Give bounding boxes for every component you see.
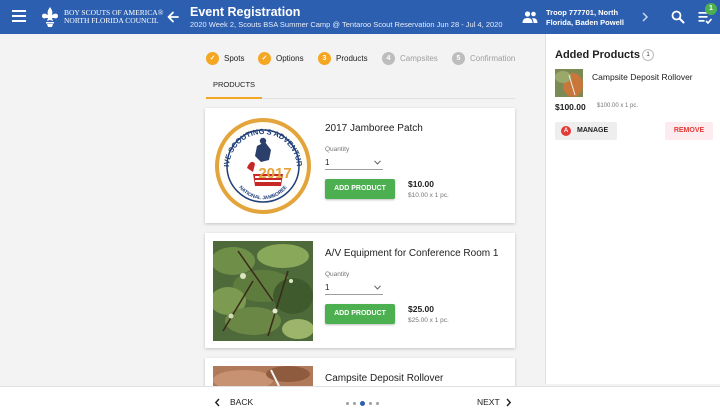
manage-button[interactable]: A MANAGE [555, 122, 617, 140]
remove-button[interactable]: REMOVE [665, 122, 713, 140]
product-price: $10.00 [408, 179, 434, 189]
jamboree-patch-image: LIVE SCOUTING'S ADVENTURE NATIONAL JAMBO… [213, 116, 311, 214]
check-icon: ✓ [258, 52, 271, 65]
next-button[interactable]: NEXT [477, 397, 517, 409]
product-price: $25.00 [408, 304, 434, 314]
added-products-panel: Added Products 1 Campsite Deposit Rollov… [545, 34, 720, 384]
tab-active-indicator [206, 97, 262, 99]
added-products-count: 1 [642, 49, 654, 61]
add-product-button[interactable]: ADD PRODUCT [325, 304, 395, 324]
troop-selector[interactable]: Troop 777701, North Florida, Baden Powel… [546, 8, 624, 28]
product-price-detail: $25.00 x 1 pc. [408, 317, 449, 324]
added-product-price-detail: $100.00 x 1 pc. [597, 103, 639, 109]
back-arrow-icon[interactable] [166, 10, 180, 24]
page-dot [353, 402, 356, 405]
quantity-select[interactable]: 1 [325, 157, 383, 170]
quantity-label: Quantity [325, 146, 350, 153]
product-image: LIVE SCOUTING'S ADVENTURE NATIONAL JAMBO… [213, 116, 313, 216]
page-dot [369, 402, 372, 405]
quantity-label: Quantity [325, 271, 350, 278]
chevron-down-icon [374, 285, 381, 290]
step-number: 5 [452, 52, 465, 65]
back-label: BACK [230, 397, 254, 407]
chevron-right-icon[interactable] [640, 11, 650, 23]
menu-icon[interactable] [12, 10, 26, 22]
chevron-right-icon [506, 398, 512, 407]
product-name: A/V Equipment for Conference Room 1 [325, 248, 499, 259]
campsite-photo [213, 366, 313, 388]
troop-line1: Troop 777701, North [546, 8, 619, 17]
product-name: Campsite Deposit Rollover [325, 373, 444, 384]
page-title: Event Registration [190, 5, 301, 19]
added-product-thumbnail [555, 69, 583, 97]
page-indicator [346, 401, 386, 407]
campsite-thumbnail-image [555, 69, 583, 97]
tab-products[interactable]: PRODUCTS [206, 80, 262, 89]
product-price-detail: $10.00 x 1 pc. [408, 192, 449, 199]
step-number: 3 [318, 52, 331, 65]
add-product-button[interactable]: ADD PRODUCT [325, 179, 395, 199]
product-name: 2017 Jamboree Patch [325, 123, 423, 134]
product-card: Campsite Deposit Rollover [205, 358, 515, 388]
quantity-value: 1 [325, 283, 330, 292]
chevron-left-icon [214, 398, 220, 407]
foliage-photo [213, 241, 313, 341]
step-label: Options [276, 54, 304, 63]
step-label: Products [336, 54, 368, 63]
people-icon[interactable] [522, 10, 538, 24]
page-dot-active [360, 401, 365, 406]
troop-line2: Florida, Baden Powell [546, 18, 624, 27]
quantity-select[interactable]: 1 [325, 282, 383, 295]
wizard-footer: BACK NEXT [0, 386, 720, 417]
product-card: A/V Equipment for Conference Room 1 Quan… [205, 233, 515, 348]
step-label: Spots [224, 54, 245, 63]
step-label: Confirmation [470, 54, 516, 63]
org-name-line2: NORTH FLORIDA COUNCIL [64, 16, 159, 25]
manage-icon: A [561, 126, 571, 136]
page-dot [346, 402, 349, 405]
product-image [213, 366, 313, 388]
product-image [213, 241, 313, 341]
search-icon[interactable] [671, 10, 685, 24]
step-number: 4 [382, 52, 395, 65]
page-dot [376, 402, 379, 405]
product-card: LIVE SCOUTING'S ADVENTURE NATIONAL JAMBO… [205, 108, 515, 223]
next-label: NEXT [477, 397, 500, 407]
app-header: BOY SCOUTS OF AMERICA® NORTH FLORIDA COU… [0, 0, 720, 34]
added-products-title: Added Products [555, 49, 640, 61]
check-icon: ✓ [206, 52, 219, 65]
org-name: BOY SCOUTS OF AMERICA® NORTH FLORIDA COU… [64, 9, 163, 25]
cart-count-badge: 1 [705, 3, 717, 15]
added-product-price: $100.00 [555, 102, 586, 112]
chevron-down-icon [374, 160, 381, 165]
event-subtitle: 2020 Week 2, Scouts BSA Summer Camp @ Te… [190, 20, 503, 29]
added-product-name: Campsite Deposit Rollover [592, 72, 693, 82]
quantity-value: 1 [325, 158, 330, 167]
bsa-logo[interactable] [40, 6, 60, 28]
manage-label: MANAGE [577, 127, 609, 134]
step-label: Campsites [400, 54, 438, 63]
patch-year: 2017 [258, 165, 291, 182]
